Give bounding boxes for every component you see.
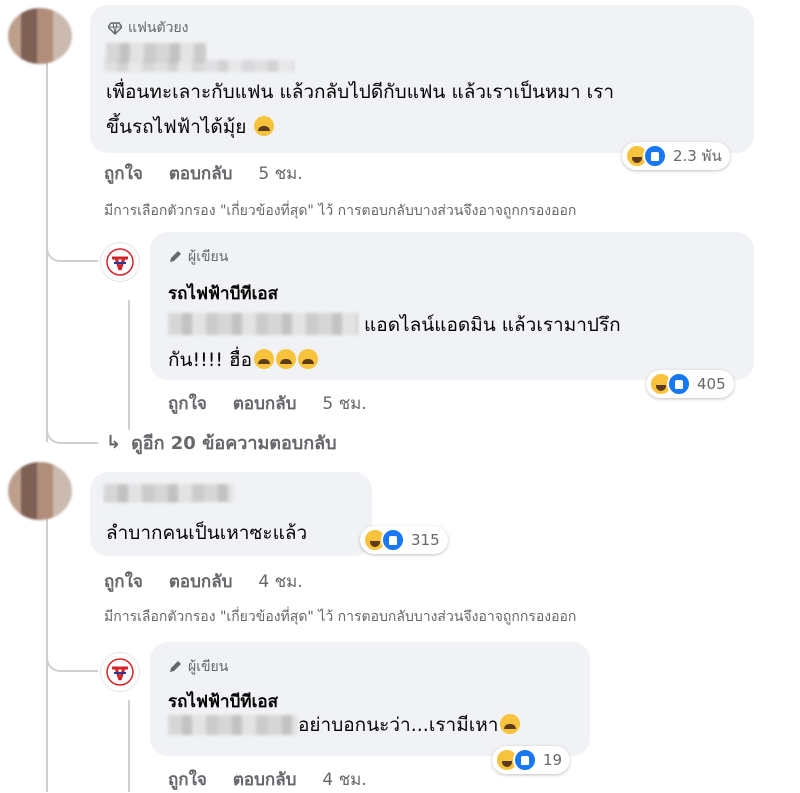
like-icon — [513, 748, 537, 772]
thread-line — [128, 700, 130, 792]
badge-label: แฟนตัวยง — [128, 20, 189, 36]
commenter-name-redacted — [104, 494, 194, 502]
reply-button[interactable]: ตอบกลับ — [169, 160, 233, 187]
author-name[interactable]: รถไฟฟ้าบีทีเอส — [168, 280, 278, 307]
like-button[interactable]: ถูกใจ — [104, 568, 143, 595]
thread-connector — [46, 640, 98, 672]
reply-actions: ถูกใจ ตอบกลับ 4 ชม. — [168, 766, 367, 793]
crying-emoji — [276, 349, 297, 369]
filter-note: มีการเลือกตัวกรอง "เกี่ยวข้องที่สุด" ไว้… — [104, 609, 577, 625]
tagged-name-redacted[interactable] — [168, 313, 358, 335]
bts-logo-avatar[interactable] — [100, 242, 140, 282]
reaction-summary[interactable]: 315 — [360, 526, 448, 554]
reply-bubble: ผู้เขียน รถไฟฟ้าบีทีเอส แอดไลน์แอดมิน แล… — [150, 232, 754, 380]
like-button[interactable]: ถูกใจ — [104, 160, 143, 187]
reply-bubble: ผู้เขียน รถไฟฟ้าบีทีเอส อย่าบอกนะว่า...เ… — [150, 642, 590, 756]
tired-emoji — [254, 349, 275, 369]
comment-text: ลำบากคนเป็นเหาซะแล้ว — [106, 522, 308, 544]
reply-text: แอดไลน์แอดมิน แล้วเรามาปรึก กัน!!!! ฮื่อ — [168, 313, 621, 371]
commenter-name-redacted — [104, 60, 294, 72]
tagged-name-redacted[interactable] — [168, 715, 298, 735]
top-fan-badge: แฟนตัวยง — [108, 17, 189, 39]
timestamp[interactable]: 5 ชม. — [258, 160, 302, 187]
comment-actions: ถูกใจ ตอบกลับ 4 ชม. — [104, 568, 303, 595]
author-badge: ผู้เขียน — [168, 656, 228, 678]
author-badge: ผู้เขียน — [168, 246, 228, 268]
bts-logo-icon — [106, 658, 134, 686]
thread-line — [46, 668, 48, 792]
timestamp[interactable]: 4 ชม. — [258, 568, 302, 595]
like-icon — [667, 372, 691, 396]
crying-emoji — [500, 714, 521, 734]
thread-connector — [46, 230, 98, 262]
reply-arrow-icon: ↳ — [106, 432, 122, 453]
comment-bubble: แฟนตัวยง เพื่อนทะเลาะกับแฟน แล้วกลับไปดี… — [90, 5, 754, 153]
view-more-replies-button[interactable]: ↳ ดูอีก 20 ข้อความตอบกลับ — [106, 428, 337, 457]
like-icon — [643, 144, 667, 168]
reaction-summary[interactable]: 405 — [646, 370, 734, 398]
thread-connector — [46, 412, 98, 444]
avatar[interactable] — [8, 8, 72, 64]
like-button[interactable]: ถูกใจ — [168, 766, 207, 793]
pen-icon — [170, 251, 181, 262]
crying-emoji — [298, 349, 319, 369]
reply-actions: ถูกใจ ตอบกลับ 5 ชม. — [168, 390, 367, 417]
diamond-icon — [108, 22, 122, 35]
pen-icon — [170, 661, 181, 672]
like-button[interactable]: ถูกใจ — [168, 390, 207, 417]
comment-actions: ถูกใจ ตอบกลับ 5 ชม. — [104, 160, 303, 187]
reply-text: อย่าบอกนะว่า...เรามีเหา — [168, 708, 521, 743]
reply-button[interactable]: ตอบกลับ — [169, 568, 233, 595]
crying-emoji — [254, 116, 275, 136]
comment-text: เพื่อนทะเลาะกับแฟน แล้วกลับไปดีกับแฟน แล… — [106, 81, 615, 138]
comment-bubble: ลำบากคนเป็นเหาซะแล้ว — [90, 472, 372, 556]
timestamp[interactable]: 4 ชม. — [322, 766, 366, 793]
reply-button[interactable]: ตอบกลับ — [233, 390, 297, 417]
reaction-summary[interactable]: 19 — [492, 746, 571, 774]
thread-line — [128, 300, 130, 430]
like-icon — [381, 528, 405, 552]
reply-button[interactable]: ตอบกลับ — [233, 766, 297, 793]
timestamp[interactable]: 5 ชม. — [322, 390, 366, 417]
avatar[interactable] — [8, 462, 72, 520]
bts-logo-avatar[interactable] — [100, 652, 140, 692]
filter-note: มีการเลือกตัวกรอง "เกี่ยวข้องที่สุด" ไว้… — [104, 203, 577, 219]
bts-logo-icon — [106, 248, 134, 276]
reaction-summary[interactable]: 2.3 พัน — [622, 142, 730, 170]
